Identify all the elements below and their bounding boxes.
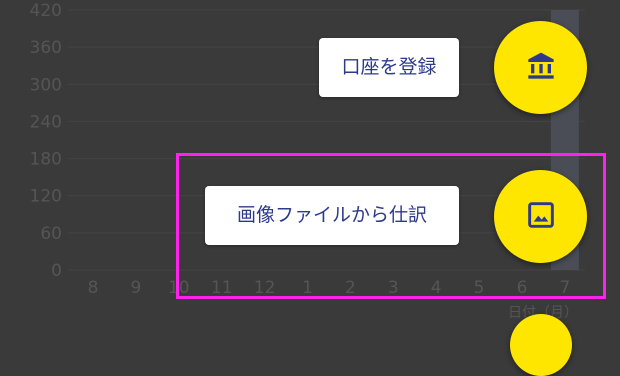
bank-icon (525, 50, 557, 86)
y-tick-label: 0 (51, 261, 62, 281)
register-account-fab[interactable] (494, 21, 587, 114)
register-account-label[interactable]: 口座を登録 (319, 38, 459, 97)
y-tick-label: 300 (30, 75, 62, 95)
y-tick-label: 360 (30, 38, 62, 58)
partial-fab[interactable] (510, 314, 572, 376)
y-tick-label: 420 (30, 1, 62, 21)
y-tick-label: 180 (30, 150, 62, 170)
y-tick-label: 60 (40, 224, 62, 244)
x-tick-label: 8 (88, 278, 99, 298)
y-tick-label: 120 (30, 187, 62, 207)
x-tick-label: 9 (130, 278, 141, 298)
y-tick-label: 240 (30, 112, 62, 132)
highlight-box (176, 153, 606, 299)
register-account-text: 口座を登録 (341, 56, 437, 78)
